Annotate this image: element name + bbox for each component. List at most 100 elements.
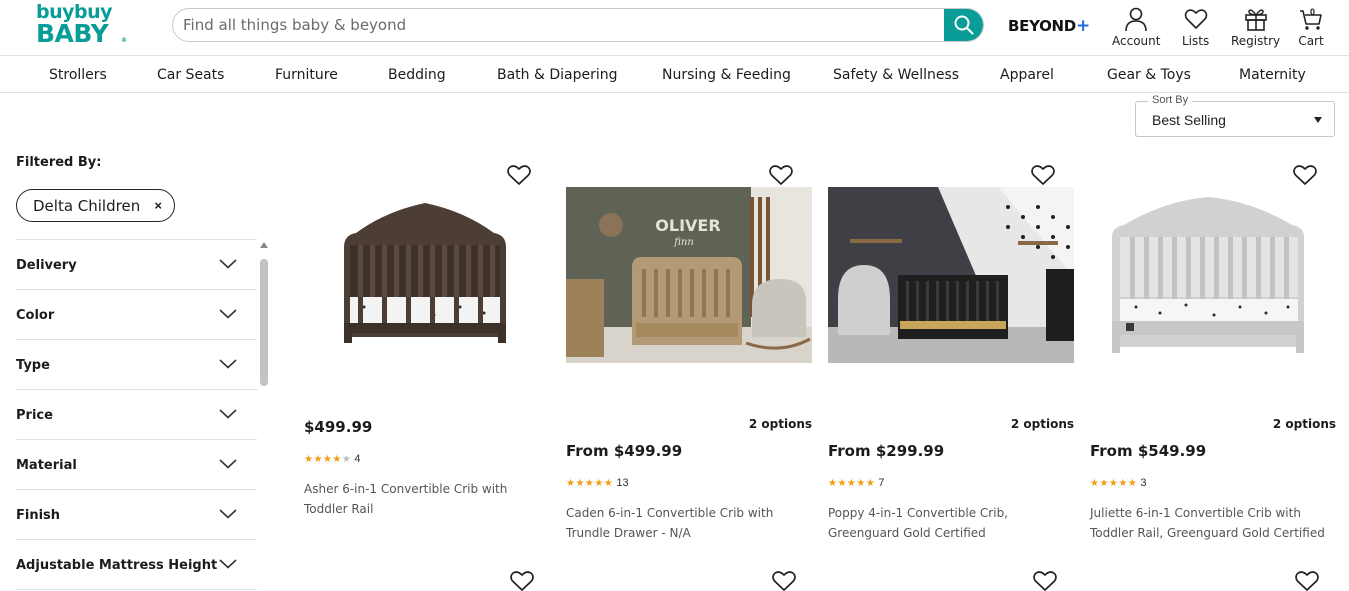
filter-material[interactable]: Material [16, 440, 257, 490]
heart-icon [1184, 9, 1207, 29]
filter-adjustable-mattress-height[interactable]: Adjustable Mattress Height [16, 540, 257, 590]
nursery-sign-subtext: finn [673, 237, 694, 248]
category-nursing-feeding[interactable]: Nursing & Feeding [662, 67, 791, 83]
chevron-down-icon [219, 559, 237, 569]
chevron-down-icon [219, 259, 237, 269]
filtered-by-heading: Filtered By: [16, 155, 102, 170]
sidebar-scrollbar[interactable] [259, 242, 269, 591]
search-input[interactable] [173, 9, 945, 41]
category-gear-toys[interactable]: Gear & Toys [1107, 67, 1191, 83]
scroll-up-arrow-icon[interactable] [260, 242, 268, 248]
product-price: From $299.99 [828, 442, 945, 460]
heart-icon[interactable] [1292, 163, 1318, 187]
filter-list: Delivery Color Type Price Material Finis… [16, 239, 257, 590]
chevron-down-icon [219, 459, 237, 469]
cart-label: Cart [1298, 34, 1324, 48]
search-button[interactable] [944, 9, 983, 41]
star-rating: ★★★★★ 4 [304, 453, 361, 465]
chevron-down-icon [219, 359, 237, 369]
heart-icon[interactable] [771, 569, 797, 591]
category-car-seats[interactable]: Car Seats [157, 67, 224, 83]
heart-icon[interactable] [1032, 569, 1058, 591]
registry-label: Registry [1231, 34, 1281, 48]
heart-icon[interactable] [1294, 569, 1320, 591]
product-title[interactable]: Poppy 4-in-1 Convertible Crib, Greenguar… [828, 503, 1068, 543]
product-card[interactable]: $499.99 ★★★★★ 4 Asher 6-in-1 Convertible… [304, 155, 550, 565]
product-title[interactable]: Caden 6-in-1 Convertible Crib with Trund… [566, 503, 806, 543]
heart-icon[interactable] [509, 569, 535, 591]
product-image[interactable] [1090, 187, 1336, 363]
filter-label: Type [16, 358, 50, 373]
sort-by-select[interactable]: Sort By Best Selling [1135, 94, 1335, 137]
category-safety-wellness[interactable]: Safety & Wellness [833, 67, 959, 83]
product-options[interactable]: 2 options [1273, 417, 1336, 431]
filter-type[interactable]: Type [16, 340, 257, 390]
product-options[interactable]: 2 options [1011, 417, 1074, 431]
active-filter-label: Delta Children [33, 196, 141, 215]
filter-label: Adjustable Mattress Height [16, 558, 218, 573]
chevron-down-icon [219, 509, 237, 519]
star-rating-icons: ★★★★★ [566, 478, 614, 489]
star-rating-icons: ★★★★★ [828, 478, 876, 489]
sort-by-value: Best Selling [1152, 112, 1226, 128]
product-price: $499.99 [304, 418, 373, 436]
category-nav: Strollers Car Seats Furniture Bedding Ba… [0, 56, 1349, 93]
cart-count-badge: 0 [1310, 7, 1316, 17]
gift-icon [1244, 9, 1267, 31]
category-bath-diapering[interactable]: Bath & Diapering [497, 67, 618, 83]
filter-label: Price [16, 408, 53, 423]
beyond-plus-link[interactable]: BEYOND+ [1008, 16, 1090, 36]
product-card[interactable]: 2 options From $549.99 ★★★★★ 3 Juliette … [1090, 155, 1336, 565]
logo-line2: BABY [36, 19, 109, 48]
search-icon [954, 15, 974, 35]
product-price: From $549.99 [1090, 442, 1207, 460]
star-rating-icons: ★★★★★ [1090, 478, 1138, 489]
review-count: 13 [616, 477, 629, 489]
product-image[interactable]: OLIVER finn [566, 187, 812, 363]
chevron-down-icon [219, 309, 237, 319]
cart-button[interactable]: 0 Cart [1298, 6, 1324, 48]
product-card[interactable]: OLIVER finn 2 options From $499.99 ★★★★★… [566, 155, 812, 565]
beyond-plus-sign: + [1075, 16, 1090, 36]
product-image[interactable] [828, 187, 1074, 363]
chevron-down-icon [219, 409, 237, 419]
star-rating: ★★★★★ 3 [1090, 477, 1147, 489]
product-card[interactable]: 2 options From $299.99 ★★★★★ 7 Poppy 4-i… [828, 155, 1074, 565]
account-icon [1125, 7, 1148, 32]
beyond-label: BEYOND [1008, 17, 1076, 35]
category-bedding[interactable]: Bedding [388, 67, 446, 83]
category-strollers[interactable]: Strollers [49, 67, 107, 83]
star-rating-icons: ★★★★★ [304, 454, 352, 465]
filter-label: Delivery [16, 258, 77, 273]
product-options[interactable]: 2 options [749, 417, 812, 431]
category-apparel[interactable]: Apparel [1000, 67, 1054, 83]
filter-delivery[interactable]: Delivery [16, 240, 257, 290]
category-maternity[interactable]: Maternity [1239, 67, 1306, 83]
account-button[interactable]: Account [1112, 6, 1160, 48]
filter-finish[interactable]: Finish [16, 490, 257, 540]
star-rating: ★★★★★ 13 [566, 477, 629, 489]
scrollbar-thumb[interactable] [260, 259, 268, 386]
filter-price[interactable]: Price [16, 390, 257, 440]
filter-color[interactable]: Color [16, 290, 257, 340]
active-filter-chip[interactable]: Delta Children × [16, 189, 175, 222]
heart-icon[interactable] [768, 163, 794, 187]
search-bar [172, 8, 984, 42]
filter-label: Material [16, 458, 77, 473]
heart-icon[interactable] [1030, 163, 1056, 187]
review-count: 4 [354, 453, 361, 465]
registry-button[interactable]: Registry [1231, 6, 1280, 48]
account-label: Account [1112, 34, 1161, 48]
product-title[interactable]: Asher 6-in-1 Convertible Crib with Toddl… [304, 479, 544, 519]
product-title[interactable]: Juliette 6-in-1 Convertible Crib with To… [1090, 503, 1330, 543]
nursery-sign-text: OLIVER [655, 216, 720, 235]
review-count: 3 [1140, 477, 1147, 489]
site-header: buybuy BABY ® BEYOND+ Account Lists [0, 0, 1349, 56]
heart-icon[interactable] [506, 163, 532, 187]
buybuy-baby-logo[interactable]: buybuy BABY ® [36, 3, 128, 49]
category-furniture[interactable]: Furniture [275, 67, 338, 83]
close-icon[interactable]: × [154, 198, 162, 213]
lists-button[interactable]: Lists [1182, 6, 1209, 48]
product-image[interactable] [304, 187, 550, 363]
product-price: From $499.99 [566, 442, 683, 460]
